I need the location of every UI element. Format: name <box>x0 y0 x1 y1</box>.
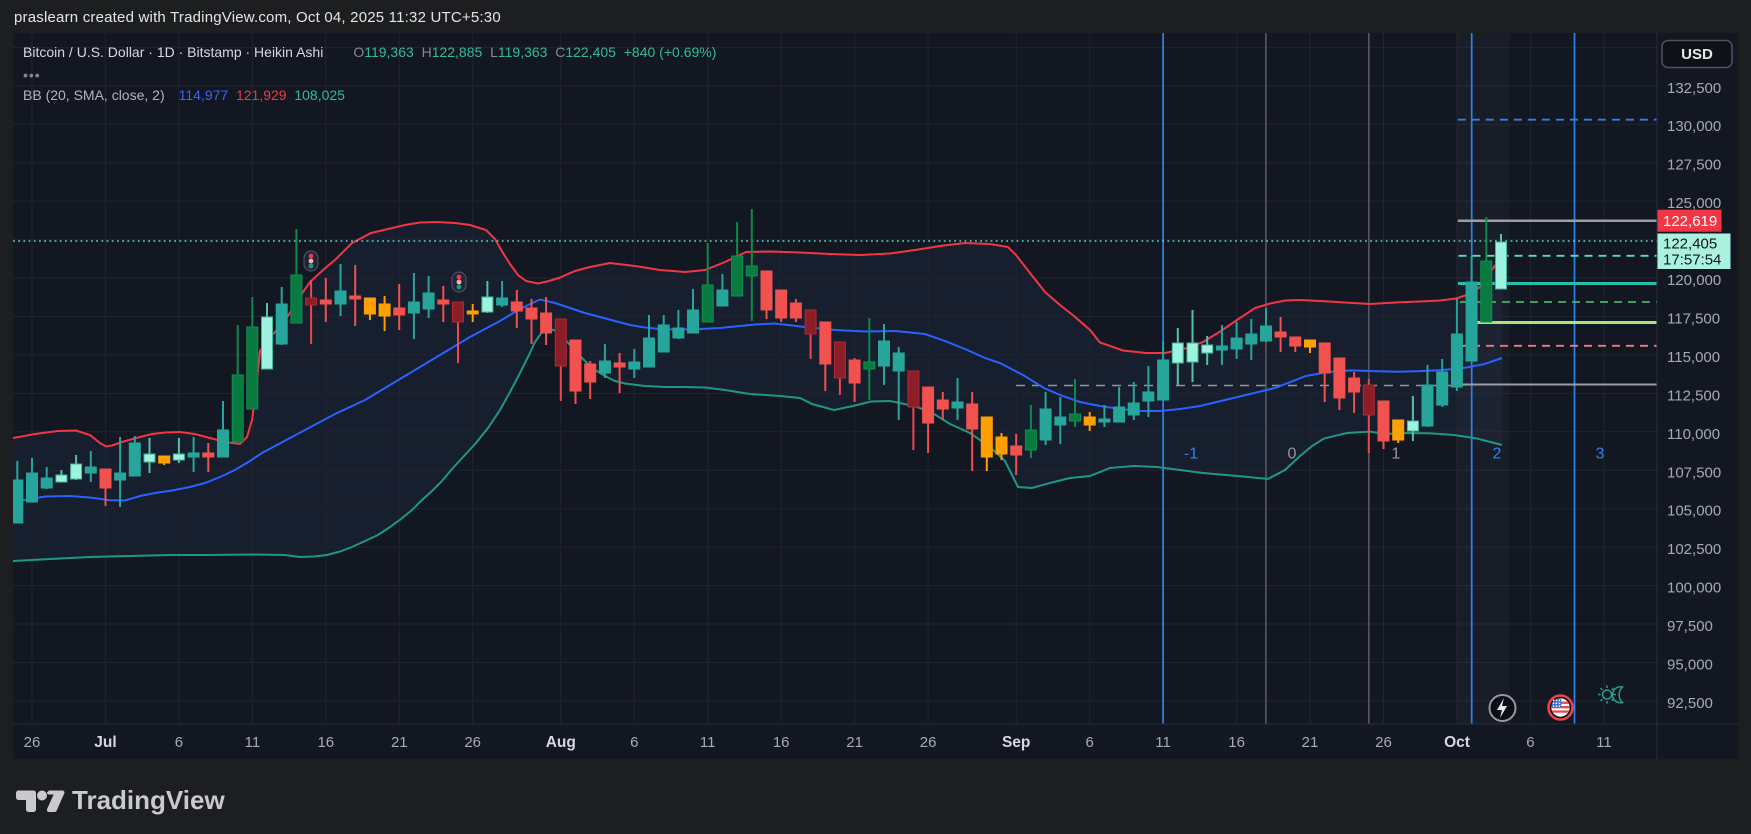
svg-text:120,000: 120,000 <box>1667 272 1721 289</box>
svg-text:21: 21 <box>1302 734 1319 751</box>
svg-text:26: 26 <box>1375 734 1392 751</box>
svg-text:21: 21 <box>391 734 408 751</box>
svg-text:21: 21 <box>846 734 863 751</box>
svg-text:26: 26 <box>464 734 481 751</box>
svg-text:16: 16 <box>1228 734 1245 751</box>
svg-text:95,000: 95,000 <box>1667 657 1713 674</box>
svg-text:125,000: 125,000 <box>1667 195 1721 212</box>
svg-text:USD: USD <box>1681 46 1713 63</box>
svg-text:11: 11 <box>1596 734 1612 751</box>
svg-text:1: 1 <box>1392 446 1401 463</box>
svg-text:130,000: 130,000 <box>1667 118 1721 135</box>
svg-text:16: 16 <box>317 734 334 751</box>
svg-text:-1: -1 <box>1184 446 1198 463</box>
svg-text:100,000: 100,000 <box>1667 580 1721 597</box>
svg-text:97,500: 97,500 <box>1667 618 1713 635</box>
svg-text:6: 6 <box>1086 734 1094 751</box>
svg-text:Sep: Sep <box>1002 734 1030 751</box>
svg-text:122,405: 122,405 <box>1663 236 1717 253</box>
svg-text:Jul: Jul <box>94 734 116 751</box>
svg-text:102,500: 102,500 <box>1667 541 1721 558</box>
svg-text:Aug: Aug <box>546 734 576 751</box>
svg-text:127,500: 127,500 <box>1667 157 1721 174</box>
svg-text:17:57:54: 17:57:54 <box>1663 252 1721 269</box>
svg-text:11: 11 <box>1155 734 1171 751</box>
svg-text:110,000: 110,000 <box>1667 426 1720 443</box>
svg-text:26: 26 <box>920 734 937 751</box>
svg-text:6: 6 <box>630 734 638 751</box>
svg-text:115,000: 115,000 <box>1667 349 1720 366</box>
svg-text:132,500: 132,500 <box>1667 80 1721 97</box>
svg-text:26: 26 <box>24 734 41 751</box>
svg-text:3: 3 <box>1596 446 1605 463</box>
svg-text:112,500: 112,500 <box>1667 387 1720 404</box>
svg-text:2: 2 <box>1493 446 1502 463</box>
svg-text:TradingView: TradingView <box>72 785 225 815</box>
svg-text:122,619: 122,619 <box>1663 213 1717 230</box>
svg-text:16: 16 <box>773 734 790 751</box>
svg-text:6: 6 <box>175 734 183 751</box>
svg-text:117,500: 117,500 <box>1667 311 1720 328</box>
svg-text:105,000: 105,000 <box>1667 503 1721 520</box>
svg-text:11: 11 <box>700 734 716 751</box>
svg-text:11: 11 <box>245 734 261 751</box>
svg-text:Oct: Oct <box>1444 734 1470 751</box>
svg-text:6: 6 <box>1526 734 1534 751</box>
svg-text:107,500: 107,500 <box>1667 464 1721 481</box>
svg-text:92,500: 92,500 <box>1667 695 1713 712</box>
